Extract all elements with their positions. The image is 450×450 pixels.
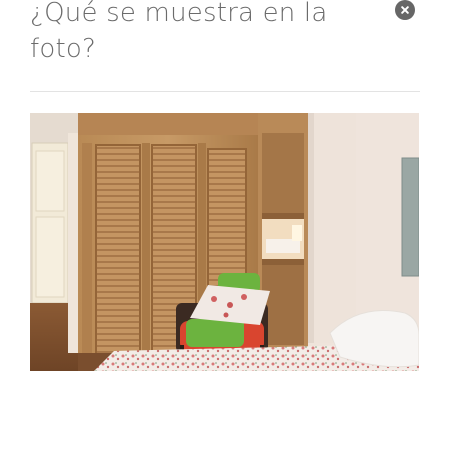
dialog-title: ¿Qué se muestra en la foto? [30, 0, 328, 64]
room-photo [30, 113, 419, 371]
room-photo-illustration [30, 113, 419, 371]
close-button[interactable] [395, 0, 415, 20]
photo-question-dialog: ¿Qué se muestra en la foto? [0, 0, 450, 450]
divider [30, 91, 420, 92]
